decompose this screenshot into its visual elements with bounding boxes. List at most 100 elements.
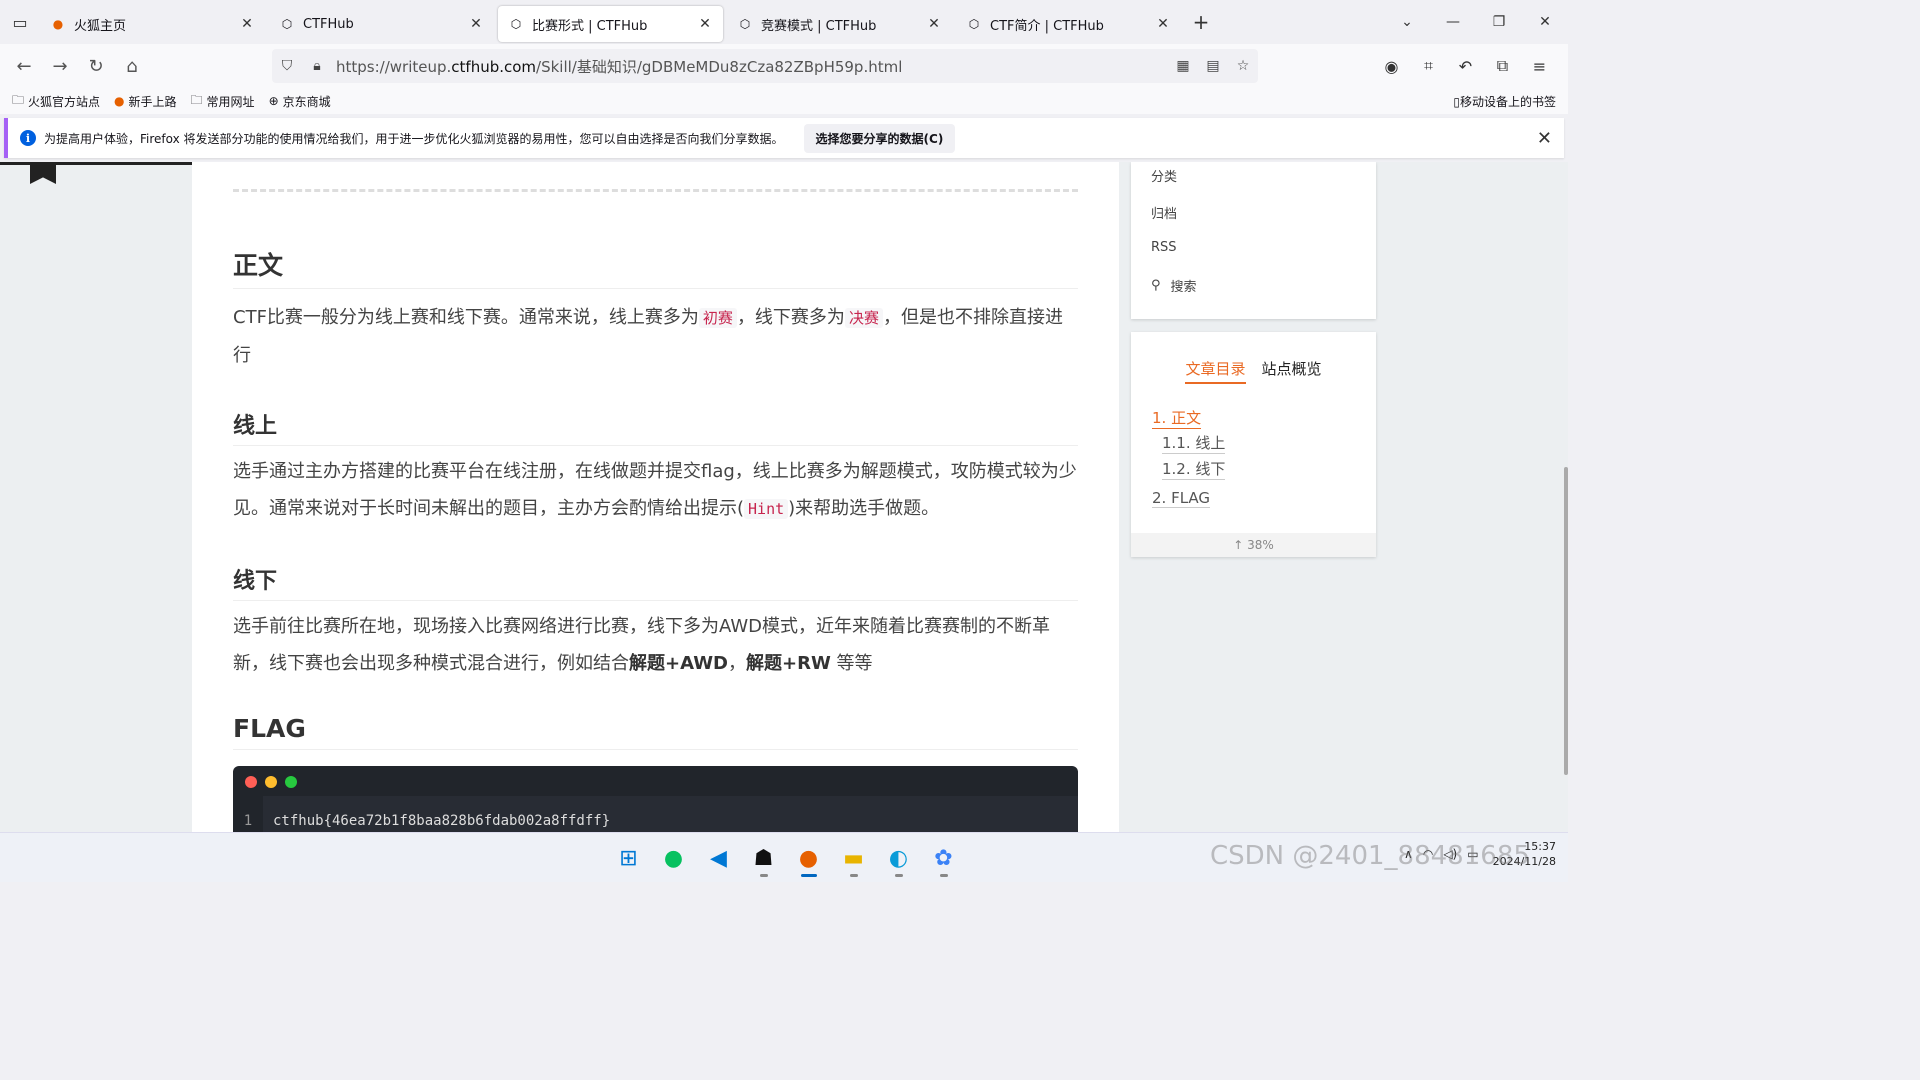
inline-code: 决赛 bbox=[844, 308, 883, 328]
toc-item-flag[interactable]: 2. FLAG bbox=[1152, 489, 1211, 508]
window-controls: ⌄ — ❐ ✕ bbox=[1384, 0, 1568, 44]
tab-overflow-chevron-icon[interactable]: ⌄ bbox=[1384, 14, 1430, 30]
inline-code: Hint bbox=[744, 499, 789, 519]
windows-start-icon[interactable]: ⊞ bbox=[606, 839, 651, 877]
menu-item-categories[interactable]: 分类 bbox=[1151, 166, 1177, 185]
firefox-icon: ● bbox=[52, 17, 64, 31]
tab-contest-format[interactable]: ⬡ 比赛形式 | CTFHub ✕ bbox=[498, 6, 723, 42]
shield-icon[interactable]: ⛉ bbox=[272, 58, 302, 74]
tab-ctfhub[interactable]: ⬡ CTFHub ✕ bbox=[269, 6, 494, 42]
red-dot-icon bbox=[245, 776, 257, 788]
firefox-icon: ● bbox=[114, 94, 125, 108]
scrollbar[interactable] bbox=[1564, 467, 1568, 775]
heading-offline: 线下 bbox=[233, 563, 1078, 601]
account-icon[interactable]: ◉ bbox=[1373, 48, 1410, 84]
notice-text: 为提高用户体验，Firefox 将发送部分功能的使用情况给我们，用于进一步优化火… bbox=[44, 131, 784, 146]
url-text[interactable]: https://writeup.ctfhub.com/Skill/基础知识/gD… bbox=[332, 56, 1168, 77]
mobile-bookmarks[interactable]: ▯ 移动设备上的书签 bbox=[1453, 93, 1556, 110]
tab-list-icon[interactable]: ▭ bbox=[0, 0, 40, 44]
scroll-progress: 38% bbox=[1247, 538, 1274, 552]
chevron-up-icon[interactable]: ∧ bbox=[1404, 847, 1413, 861]
toc-item-online[interactable]: 1.1. 线上 bbox=[1162, 432, 1226, 454]
menu-item-search[interactable]: ⚲ 搜索 bbox=[1151, 276, 1197, 295]
line-number: 1 bbox=[233, 796, 263, 832]
bookmark-jd[interactable]: ⊕ 京东商城 bbox=[269, 93, 331, 110]
divider bbox=[233, 189, 1078, 192]
menu-item-archives[interactable]: 归档 bbox=[1151, 203, 1177, 222]
info-icon: i bbox=[20, 130, 36, 146]
toc-tabs: 文章目录 站点概览 bbox=[1131, 358, 1376, 384]
bookmark-ribbon-icon[interactable] bbox=[30, 162, 56, 184]
inline-code: 初赛 bbox=[698, 308, 737, 328]
minimize-icon[interactable]: — bbox=[1430, 14, 1476, 30]
star-icon[interactable]: ☆ bbox=[1228, 58, 1258, 74]
bookmark-label: 火狐官方站点 bbox=[28, 94, 101, 109]
close-icon[interactable]: ✕ bbox=[239, 16, 255, 32]
bookmarks-toolbar: 🗀 火狐官方站点 ● 新手上路 🗀 常用网址 ⊕ 京东商城 ▯ 移动设备上的书签 bbox=[0, 88, 1568, 114]
tab-label: 火狐主页 bbox=[74, 18, 127, 34]
window-close-icon[interactable]: ✕ bbox=[1522, 14, 1568, 30]
choose-data-button[interactable]: 选择您要分享的数据(C) bbox=[803, 123, 956, 153]
firefox-icon[interactable]: ● bbox=[786, 839, 831, 877]
edge-icon[interactable]: ◐ bbox=[876, 839, 921, 877]
toolbar-right: ◉ ⌗ ↶ ⧉ ≡ bbox=[1373, 48, 1558, 84]
navigation-bar: ← → ↻ ⌂ ⛉ 🔒︎ https://writeup.ctfhub.com/… bbox=[0, 44, 1568, 88]
tab-firefox-home[interactable]: ● 火狐主页 ✕ bbox=[40, 6, 265, 42]
url-bar[interactable]: ⛉ 🔒︎ https://writeup.ctfhub.com/Skill/基础… bbox=[272, 49, 1258, 83]
undo-icon[interactable]: ↶ bbox=[1447, 48, 1484, 84]
tab-label: CTF简介 | CTFHub bbox=[990, 18, 1104, 34]
forward-icon[interactable]: → bbox=[42, 48, 78, 84]
back-to-top[interactable]: ↑ 38% bbox=[1131, 533, 1376, 557]
toc-item-offline[interactable]: 1.2. 线下 bbox=[1162, 458, 1226, 480]
tab-label: 比赛形式 | CTFHub bbox=[532, 18, 648, 34]
vscode-icon[interactable]: ◀ bbox=[696, 839, 741, 877]
wifi-icon[interactable]: ◠ bbox=[1423, 847, 1433, 861]
flag-code-text[interactable]: ctfhub{46ea72b1f8baa828b6fdab002a8ffdff} bbox=[263, 813, 610, 829]
tab-overview[interactable]: 站点概览 bbox=[1262, 358, 1322, 384]
tab-toc[interactable]: 文章目录 bbox=[1185, 358, 1246, 384]
heading-online: 线上 bbox=[233, 408, 1078, 446]
reader-view-icon[interactable]: ▤ bbox=[1198, 58, 1228, 74]
taskbar: ⊞ ● ◀ ☗ ● ▬ ◐ ✿ ∧ ◠ ◁) ▭ 15:37 2024/11/2… bbox=[0, 832, 1568, 882]
bookmark-firefox-site[interactable]: 🗀 火狐官方站点 bbox=[12, 91, 100, 112]
home-icon[interactable]: ⌂ bbox=[114, 48, 150, 84]
toc-item-main[interactable]: 1. 正文 bbox=[1152, 407, 1202, 429]
new-tab-button[interactable]: + bbox=[1185, 10, 1217, 34]
mobile-icon: ▯ bbox=[1453, 94, 1460, 109]
bookmark-common-sites[interactable]: 🗀 常用网址 bbox=[191, 91, 255, 112]
file-explorer-icon[interactable]: ▬ bbox=[831, 839, 876, 877]
volume-icon[interactable]: ◁) bbox=[1443, 847, 1457, 861]
back-icon[interactable]: ← bbox=[6, 48, 42, 84]
tab-ctf-intro[interactable]: ⬡ CTF简介 | CTFHub ✕ bbox=[956, 6, 1181, 42]
close-icon[interactable]: ✕ bbox=[926, 16, 942, 32]
baidu-netdisk-icon[interactable]: ✿ bbox=[921, 839, 966, 877]
ctfhub-icon: ⬡ bbox=[968, 17, 980, 31]
qq-icon[interactable]: ☗ bbox=[741, 839, 786, 877]
site-menu: 分类 归档 RSS ⚲ 搜索 bbox=[1131, 162, 1376, 319]
lock-icon[interactable]: 🔒︎ bbox=[302, 58, 332, 74]
restore-icon[interactable]: ❐ bbox=[1476, 14, 1522, 30]
green-dot-icon bbox=[285, 776, 297, 788]
reload-icon[interactable]: ↻ bbox=[78, 48, 114, 84]
menu-icon[interactable]: ≡ bbox=[1521, 48, 1558, 84]
battery-icon[interactable]: ▭ bbox=[1467, 847, 1478, 861]
bookmark-getting-started[interactable]: ● 新手上路 bbox=[114, 93, 177, 110]
tab-label: CTFHub bbox=[303, 16, 354, 32]
wechat-icon[interactable]: ● bbox=[651, 839, 696, 877]
code-block: 1 ctfhub{46ea72b1f8baa828b6fdab002a8ffdf… bbox=[233, 766, 1078, 832]
qr-code-icon[interactable]: ▦ bbox=[1168, 58, 1198, 74]
close-icon[interactable]: ✕ bbox=[1155, 16, 1171, 32]
ctfhub-icon: ⬡ bbox=[739, 17, 751, 31]
menu-item-rss[interactable]: RSS bbox=[1151, 240, 1177, 255]
tab-competition-mode[interactable]: ⬡ 竞赛模式 | CTFHub ✕ bbox=[727, 6, 952, 42]
close-icon[interactable]: ✕ bbox=[697, 16, 713, 32]
screenshot-icon[interactable]: ⌗ bbox=[1410, 48, 1447, 84]
close-icon[interactable]: ✕ bbox=[468, 16, 484, 32]
toc-panel: 文章目录 站点概览 1. 正文 1.1. 线上 1.2. 线下 2. FLAG … bbox=[1131, 332, 1376, 557]
folder-icon: 🗀 bbox=[190, 92, 203, 107]
window-dots bbox=[245, 776, 305, 788]
extensions-icon[interactable]: ⧉ bbox=[1484, 48, 1521, 84]
close-icon[interactable]: ✕ bbox=[1537, 128, 1552, 149]
arrow-up-icon: ↑ bbox=[1233, 538, 1244, 552]
clock[interactable]: 15:37 2024/11/28 bbox=[1493, 839, 1556, 869]
